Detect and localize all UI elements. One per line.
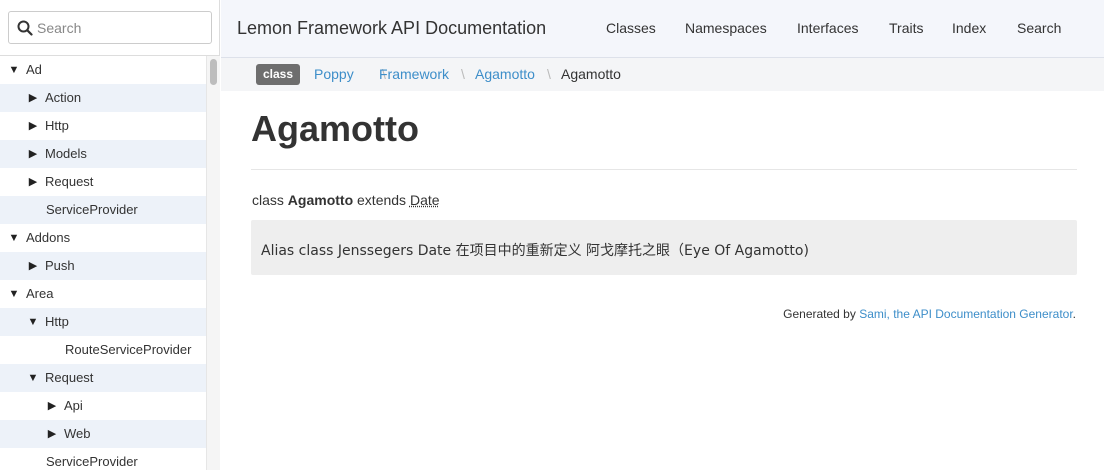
tree-item-label: Models xyxy=(45,146,87,161)
nav-link-interfaces[interactable]: Interfaces xyxy=(797,20,858,36)
tree-item-models[interactable]: ▶ Models xyxy=(0,140,206,168)
caret-right-icon[interactable]: ▶ xyxy=(46,420,58,448)
caret-right-icon[interactable]: ▶ xyxy=(27,84,39,112)
tree-item-label: Addons xyxy=(26,230,71,245)
caret-down-icon[interactable]: ▼ xyxy=(27,364,39,392)
tree-item-addons[interactable]: ▼ Addons xyxy=(0,224,206,252)
sidebar-scrollbar[interactable] xyxy=(206,56,220,470)
tree-item-action[interactable]: ▶ Action xyxy=(0,84,206,112)
class-name: Agamotto xyxy=(287,192,354,208)
tree-item-serviceprovider[interactable]: ServiceProvider xyxy=(0,448,206,470)
tree-item-label: Action xyxy=(45,90,82,105)
class-signature: class Agamotto extends Date xyxy=(252,192,440,208)
scrollbar-thumb[interactable] xyxy=(210,59,217,85)
breadcrumb-separator: \ xyxy=(547,66,551,82)
nav-link-namespaces[interactable]: Namespaces xyxy=(685,20,767,36)
sidebar: ▼ Ad ▶ Action ▶ Http ▶ Models ▶ Request ServicePro… xyxy=(0,0,220,470)
search-bar xyxy=(0,0,219,56)
class-description: Alias class Jenssegers Date 在项目中的重新定义 阿戈… xyxy=(251,220,1077,275)
tree-item-label: Http xyxy=(45,314,69,329)
namespace-tree: ▼ Ad ▶ Action ▶ Http ▶ Models ▶ Request ServicePro… xyxy=(0,56,206,470)
breadcrumb: class Poppy \ Framework \ Agamotto \ Aga… xyxy=(221,58,1104,91)
caret-down-icon[interactable]: ▼ xyxy=(8,56,20,84)
nav-link-classes[interactable]: Classes xyxy=(606,20,656,36)
search-field[interactable] xyxy=(8,11,212,44)
tree-item-label: Http xyxy=(45,118,69,133)
brand-title[interactable]: Lemon Framework API Documentation xyxy=(237,18,546,39)
tree-item-label: Request xyxy=(45,370,94,385)
tree-item-serviceprovider[interactable]: ServiceProvider xyxy=(0,196,206,224)
footer-prefix: Generated by xyxy=(783,307,860,321)
caret-right-icon[interactable]: ▶ xyxy=(27,168,39,196)
type-badge: class xyxy=(256,64,301,85)
breadcrumb-separator: \ xyxy=(461,66,465,82)
sami-link[interactable]: Sami, the API Documentation Generator xyxy=(859,307,1072,321)
tree-item-label: ServiceProvider xyxy=(46,454,138,469)
footer-suffix: . xyxy=(1072,307,1076,321)
tree-item-label: Area xyxy=(26,286,54,301)
search-icon xyxy=(17,20,33,36)
tree-item-label: Ad xyxy=(26,62,42,77)
caret-right-icon[interactable]: ▶ xyxy=(46,392,58,420)
tree-item-label: Web xyxy=(64,426,91,441)
tree-item-ad[interactable]: ▼ Ad xyxy=(0,56,206,84)
tree-item-label: ServiceProvider xyxy=(46,202,138,217)
caret-down-icon[interactable]: ▼ xyxy=(8,280,20,308)
breadcrumb-link-agamotto[interactable]: Agamotto xyxy=(475,66,535,82)
tree-item-routeserviceprovider[interactable]: RouteServiceProvider xyxy=(0,336,206,364)
tree-item-label: Api xyxy=(64,398,83,413)
tree-item-area[interactable]: ▼ Area xyxy=(0,280,206,308)
breadcrumb-link-framework[interactable]: Framework xyxy=(379,66,449,82)
breadcrumb-link-poppy[interactable]: Poppy xyxy=(314,66,354,82)
title-divider xyxy=(251,169,1077,170)
search-input[interactable] xyxy=(37,12,207,43)
breadcrumb-current: Agamotto xyxy=(561,66,621,82)
page-title: Agamotto xyxy=(251,108,419,149)
tree-item-label: RouteServiceProvider xyxy=(65,342,192,357)
nav-link-index[interactable]: Index xyxy=(952,20,986,36)
extends-keyword: extends xyxy=(357,192,407,208)
caret-right-icon[interactable]: ▶ xyxy=(27,112,39,140)
description-text: Alias class Jenssegers Date 在项目中的重新定义 阿戈… xyxy=(261,243,809,259)
caret-right-icon[interactable]: ▶ xyxy=(27,140,39,168)
footer: Generated by Sami, the API Documentation… xyxy=(783,307,1076,321)
signature-keyword: class xyxy=(252,192,284,208)
tree-item-api[interactable]: ▶ Api xyxy=(0,392,206,420)
tree-item-push[interactable]: ▶ Push xyxy=(0,252,206,280)
tree-item-request[interactable]: ▶ Request xyxy=(0,168,206,196)
tree-item-label: Push xyxy=(45,258,75,273)
tree-item-request[interactable]: ▼ Request xyxy=(0,364,206,392)
top-navbar: Lemon Framework API Documentation Classe… xyxy=(221,0,1104,58)
tree-item-http[interactable]: ▶ Http xyxy=(0,112,206,140)
tree-item-http[interactable]: ▼ Http xyxy=(0,308,206,336)
caret-right-icon[interactable]: ▶ xyxy=(27,252,39,280)
nav-link-traits[interactable]: Traits xyxy=(889,20,923,36)
tree-item-label: Request xyxy=(45,174,94,189)
tree-item-web[interactable]: ▶ Web xyxy=(0,420,206,448)
parent-class[interactable]: Date xyxy=(410,192,440,208)
nav-link-search[interactable]: Search xyxy=(1017,20,1061,36)
caret-down-icon[interactable]: ▼ xyxy=(8,224,20,252)
caret-down-icon[interactable]: ▼ xyxy=(27,308,39,336)
